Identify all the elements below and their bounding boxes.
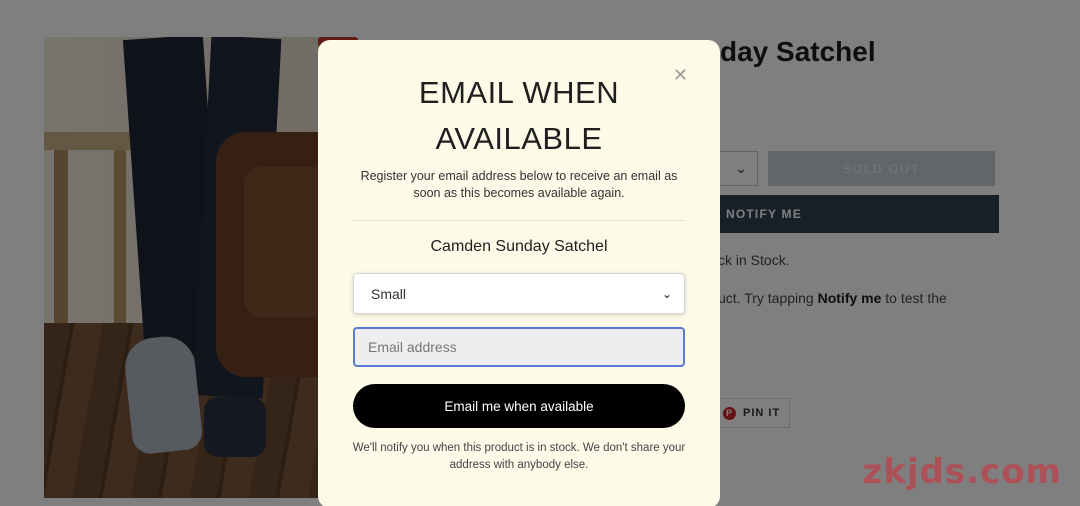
variant-select[interactable]: Small ⌄ (353, 273, 685, 314)
watermark: zkjds.com (862, 452, 1062, 492)
chevron-down-icon: ⌄ (661, 286, 672, 301)
email-input[interactable] (353, 327, 685, 367)
modal-title: EMAIL WHEN AVAILABLE (418, 75, 620, 156)
variant-select-value: Small (371, 285, 407, 302)
email-when-available-modal: ✕ EMAIL WHEN AVAILABLE Register your emai… (318, 40, 720, 506)
divider (353, 220, 685, 221)
product-name: Camden Sunday Satchel (430, 238, 608, 255)
modal-description: Register your email address below to rec… (360, 169, 678, 200)
email-me-when-available-button[interactable]: Email me when available (353, 384, 685, 428)
privacy-footnote: We'll notify you when this product is in… (352, 442, 686, 471)
